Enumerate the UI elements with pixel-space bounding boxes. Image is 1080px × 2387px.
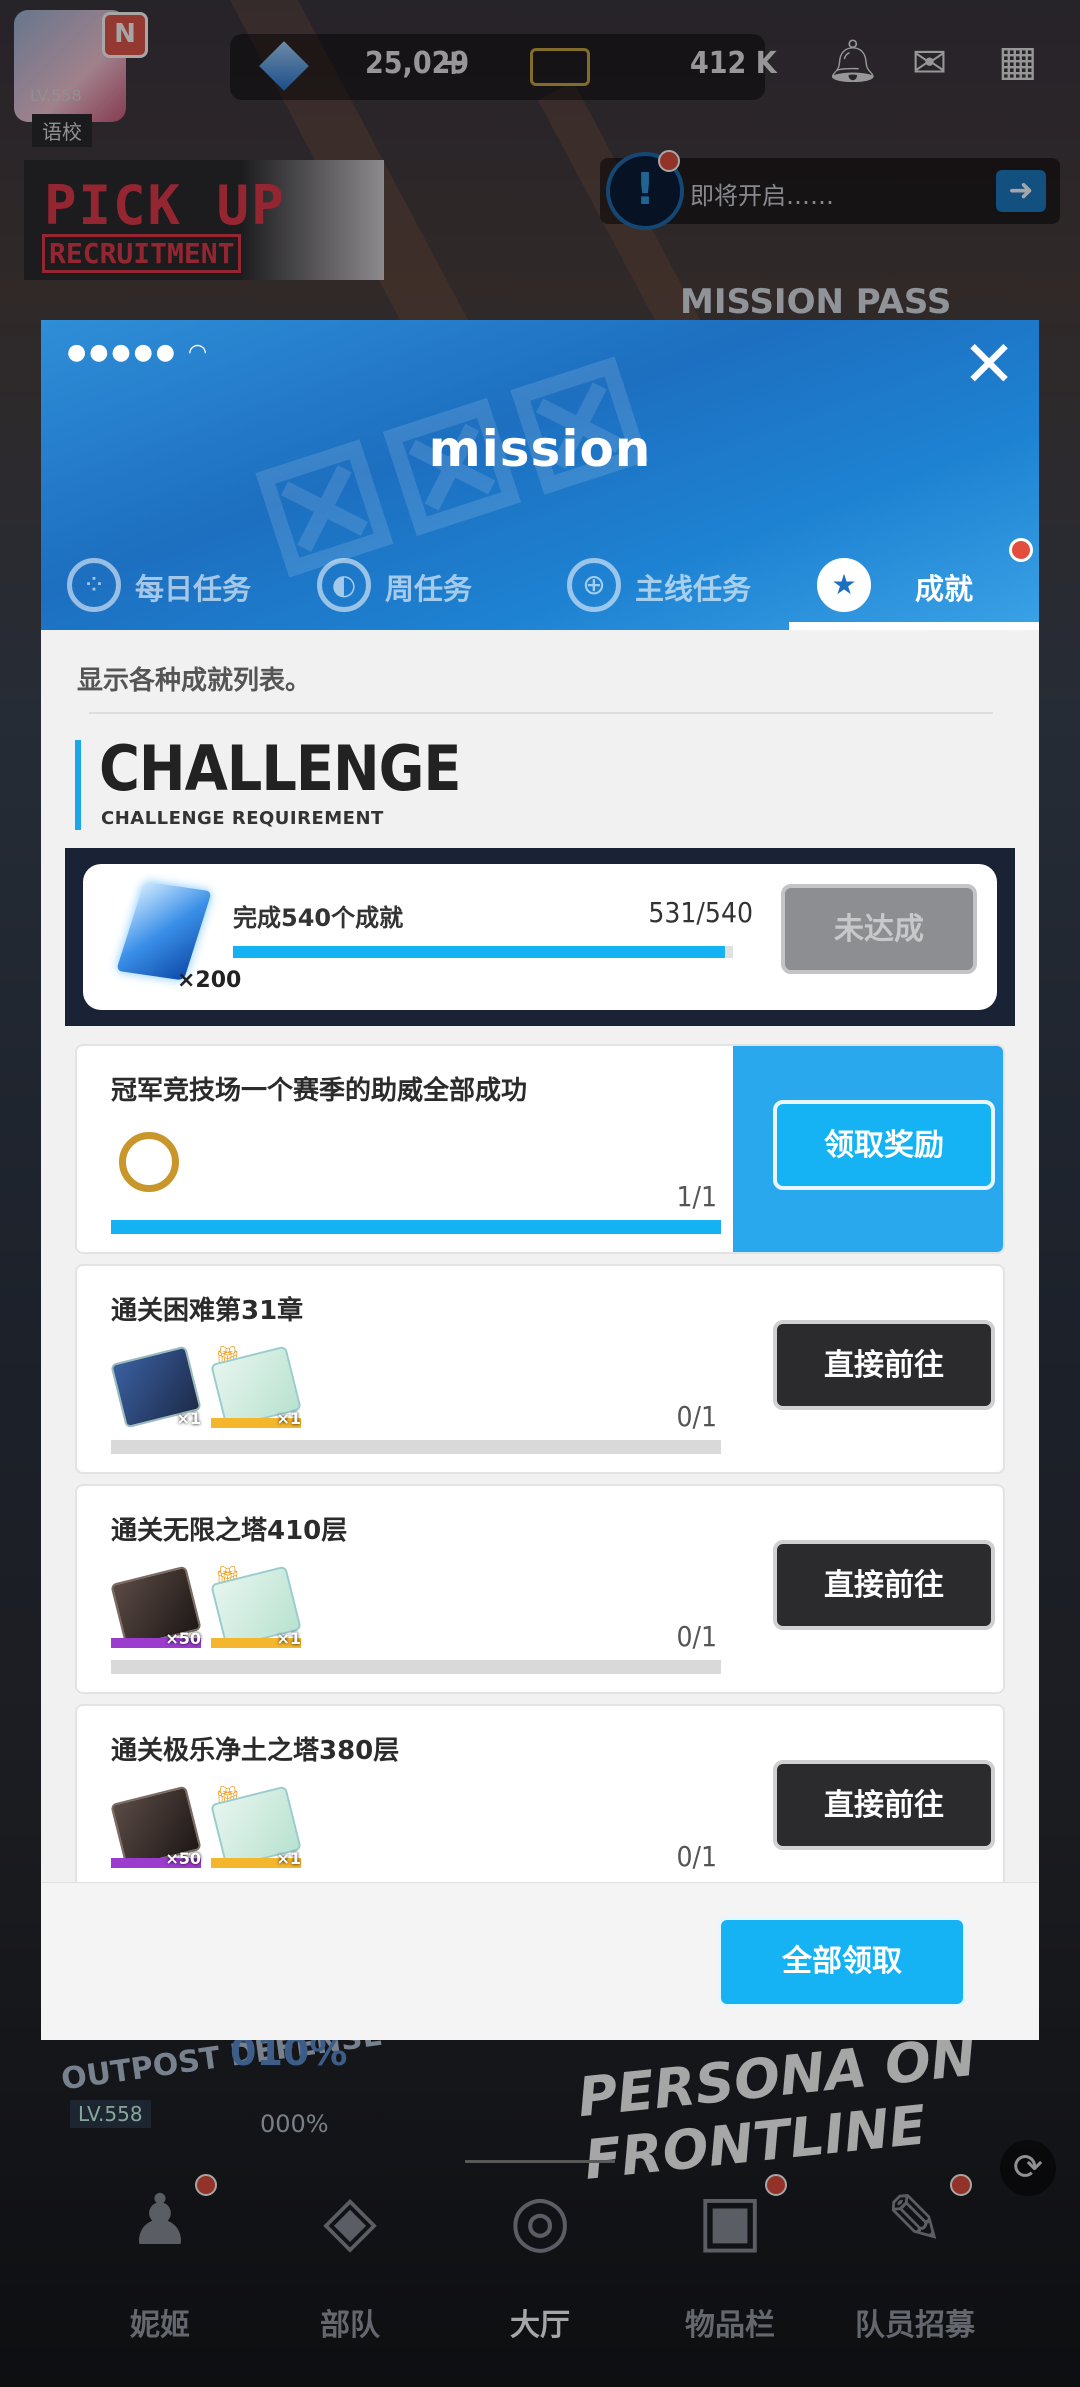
section-accent (75, 740, 81, 830)
daily-icon: ⁘ (67, 558, 121, 612)
challenge-progress-text: 531/540 (648, 896, 753, 929)
not-achieved-button[interactable]: 未达成 (781, 884, 977, 974)
go-to-button[interactable]: 直接前往 (773, 1760, 995, 1850)
tab-label: 每日任务 (135, 572, 252, 606)
claim-reward-button[interactable]: 领取奖励 (773, 1100, 995, 1190)
tab-active-indicator (789, 622, 1039, 630)
mission-progress-text: 0/1 (676, 1620, 717, 1653)
reward-count: ×50 (165, 1629, 201, 1648)
close-icon[interactable]: ✕ (961, 333, 1017, 397)
mission-progress-bar (111, 1660, 721, 1674)
tab-notification-dot (1009, 538, 1033, 562)
reward-count: ×50 (165, 1849, 201, 1868)
mission-item: 通关困难第31章 ×1 🎁︎ ×1 0/1 直接前往 (75, 1264, 1005, 1474)
mission-progress-bar (111, 1220, 721, 1234)
divider (89, 712, 993, 714)
go-to-button[interactable]: 直接前往 (773, 1320, 995, 1410)
tab-label: 成就 (915, 572, 974, 606)
mission-modal: ⊠⊠⊠ ●●●●● ◠ ✕ mission ⁘ 每日任务 ◐ 周任务 ⊕ 主线任… (41, 320, 1039, 2040)
bracelet-icon (119, 1132, 179, 1192)
reward-item[interactable] (111, 1128, 201, 1208)
tab-description: 显示各种成就列表。 (77, 666, 312, 696)
reward-item[interactable]: ×50 (110, 1565, 202, 1649)
reward-item[interactable]: 🎁︎ ×1 (210, 1344, 302, 1429)
section-title: CHALLENGE (99, 732, 462, 805)
signal-icon: ●●●●● ◠ (67, 340, 211, 365)
reward-item[interactable]: 🎁︎ ×1 (210, 1564, 302, 1649)
reward-item[interactable]: ×50 (110, 1785, 202, 1869)
mission-progress-bar (111, 1440, 721, 1454)
claim-all-button[interactable]: 全部领取 (717, 1916, 967, 2008)
tab-label: 周任务 (385, 572, 473, 606)
challenge-progress-bar (233, 946, 733, 958)
weekly-icon: ◐ (317, 558, 371, 612)
modal-title: mission (428, 420, 652, 478)
reward-count: ×1 (276, 1629, 301, 1648)
star-icon: ★ (817, 558, 871, 612)
progress-fill (233, 946, 725, 958)
gem-icon (116, 881, 212, 981)
challenge-card: ×200 完成540个成就 531/540 未达成 (65, 848, 1015, 1026)
mission-title: 冠军竞技场一个赛季的助威全部成功 (111, 1076, 528, 1106)
reward-count: ×1 (276, 1409, 301, 1428)
challenge-name: 完成540个成就 (233, 904, 404, 932)
modal-header: ⊠⊠⊠ ●●●●● ◠ ✕ mission ⁘ 每日任务 ◐ 周任务 ⊕ 主线任… (41, 320, 1039, 630)
mission-title: 通关困难第31章 (111, 1296, 304, 1326)
gem-reward: ×200 (116, 876, 241, 996)
mission-progress-text: 0/1 (676, 1400, 717, 1433)
mission-item: 冠军竞技场一个赛季的助威全部成功 1/1 领取奖励 (75, 1044, 1005, 1254)
progress-fill (111, 1220, 721, 1234)
challenge-inner: ×200 完成540个成就 531/540 未达成 (83, 864, 997, 1010)
globe-icon: ⊕ (567, 558, 621, 612)
reward-item[interactable]: ×1 (110, 1345, 202, 1429)
section-subtitle: CHALLENGE REQUIREMENT (101, 808, 384, 829)
tab-label: 主线任务 (635, 572, 752, 606)
reward-item[interactable]: 🎁︎ ×1 (210, 1784, 302, 1869)
reward-count: ×1 (276, 1849, 301, 1868)
reward-count: ×200 (177, 968, 242, 993)
mission-progress-text: 1/1 (676, 1180, 717, 1213)
mission-item: 通关无限之塔410层 ×50 🎁︎ ×1 0/1 直接前往 (75, 1484, 1005, 1694)
mission-title: 通关极乐净土之塔380层 (111, 1736, 400, 1766)
mission-title: 通关无限之塔410层 (111, 1516, 348, 1546)
go-to-button[interactable]: 直接前往 (773, 1540, 995, 1630)
reward-count: ×1 (176, 1409, 201, 1428)
mission-progress-text: 0/1 (676, 1840, 717, 1873)
